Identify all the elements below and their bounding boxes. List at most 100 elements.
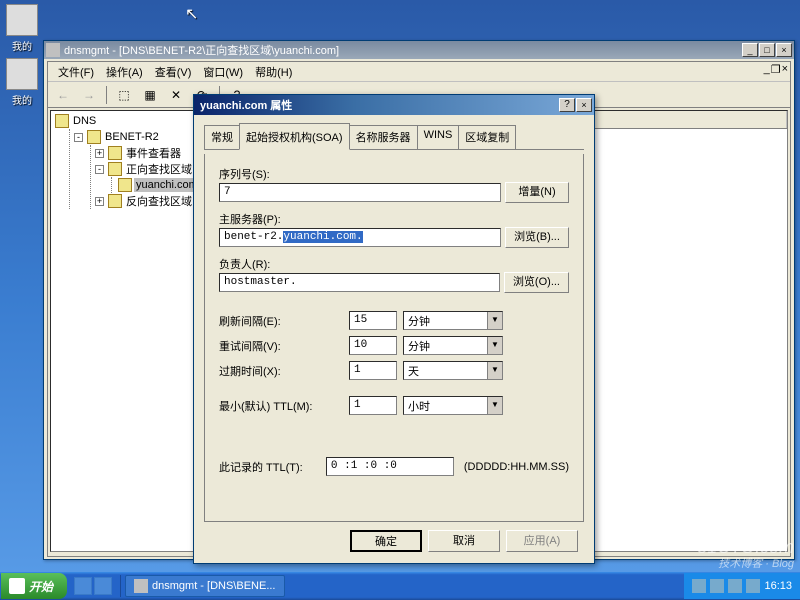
tab-zone-transfer[interactable]: 区域复制 [458, 125, 516, 149]
dns-icon [55, 114, 69, 128]
server-icon [87, 130, 101, 144]
browse-primary-button[interactable]: 浏览(B)... [505, 227, 569, 248]
taskbar: 开始 dnsmgmt - [DNS\BENE... 16:13 [0, 572, 800, 600]
responsible-label: 负责人(R): [219, 256, 569, 272]
start-button[interactable]: 开始 [1, 573, 67, 599]
expand-toggle[interactable]: - [95, 165, 104, 174]
expand-toggle[interactable]: - [74, 133, 83, 142]
dialog-close-button[interactable]: × [576, 98, 592, 112]
folder-icon [108, 146, 122, 160]
recttl-input[interactable]: 0 :1 :0 :0 [326, 457, 454, 476]
tab-panel-soa: 序列号(S): 7 增量(N) 主服务器(P): benet-r2.yuanch… [204, 154, 584, 522]
context-help-button[interactable]: ? [559, 98, 575, 112]
folder-open-icon [108, 162, 122, 176]
tab-soa[interactable]: 起始授权机构(SOA) [239, 123, 350, 150]
minttl-input[interactable]: 1 [349, 396, 397, 415]
minttl-label: 最小(默认) TTL(M): [219, 398, 349, 414]
minttl-unit-combo[interactable]: 小时▼ [403, 396, 503, 415]
clock[interactable]: 16:13 [764, 580, 792, 592]
tree-forward-zones[interactable]: - 正向查找区域 [95, 161, 205, 177]
properties-button[interactable]: ▦ [139, 84, 161, 106]
desktop-icon[interactable]: 我的 [2, 58, 42, 107]
expand-toggle[interactable]: + [95, 197, 104, 206]
tab-wins[interactable]: WINS [417, 125, 460, 149]
quick-launch [74, 577, 112, 595]
mouse-cursor-icon: ↖ [185, 4, 198, 24]
folder-icon [108, 194, 122, 208]
mail-icon [6, 4, 38, 36]
watermark: 51CTO.com 技术博客 · Blog [697, 538, 794, 570]
menu-view[interactable]: 查看(V) [149, 62, 198, 82]
primary-label: 主服务器(P): [219, 211, 569, 227]
taskbar-task-dnsmgmt[interactable]: dnsmgmt - [DNS\BENE... [125, 575, 284, 597]
computer-icon [6, 58, 38, 90]
tray-icon[interactable] [692, 579, 706, 593]
browse-responsible-button[interactable]: 浏览(O)... [504, 272, 569, 293]
ql-ie-icon[interactable] [74, 577, 92, 595]
desktop-icon[interactable]: 我的 [2, 4, 42, 53]
menu-file[interactable]: 文件(F) [52, 62, 100, 82]
app-icon [134, 579, 148, 593]
mdi-titlebar[interactable]: dnsmgmt - [DNS\BENET-R2\正向查找区域\yuanchi.c… [44, 41, 794, 59]
apply-button: 应用(A) [506, 530, 578, 552]
child-minimize-button[interactable]: _ [764, 63, 770, 76]
menu-window[interactable]: 窗口(W) [197, 62, 249, 82]
increment-button[interactable]: 增量(N) [505, 182, 569, 203]
child-close-button[interactable]: × [782, 63, 788, 76]
refresh-label: 刷新间隔(E): [219, 313, 349, 329]
serial-label: 序列号(S): [219, 166, 569, 182]
responsible-input[interactable]: hostmaster. [219, 273, 500, 292]
tray-icon[interactable] [728, 579, 742, 593]
chevron-down-icon[interactable]: ▼ [487, 337, 502, 354]
dialog-title: yuanchi.com 属性 [196, 97, 559, 113]
up-button[interactable]: ⬚ [113, 84, 135, 106]
minimize-button[interactable]: _ [742, 43, 758, 57]
cancel-button[interactable]: 取消 [428, 530, 500, 552]
maximize-button[interactable]: □ [759, 43, 775, 57]
app-icon [46, 43, 60, 57]
menu-help[interactable]: 帮助(H) [249, 62, 298, 82]
retry-unit-combo[interactable]: 分钟▼ [403, 336, 503, 355]
tree-pane[interactable]: DNS - BENET-R2 + 事件查看器 [50, 110, 208, 552]
ql-desktop-icon[interactable] [94, 577, 112, 595]
refresh-input[interactable]: 15 [349, 311, 397, 330]
chevron-down-icon[interactable]: ▼ [487, 397, 502, 414]
child-restore-button[interactable]: ❐ [771, 63, 781, 76]
expire-label: 过期时间(X): [219, 363, 349, 379]
back-button: ← [52, 84, 74, 106]
mdi-title: dnsmgmt - [DNS\BENET-R2\正向查找区域\yuanchi.c… [64, 42, 742, 58]
expire-input[interactable]: 1 [349, 361, 397, 380]
chevron-down-icon[interactable]: ▼ [487, 362, 502, 379]
tree-root[interactable]: DNS [53, 113, 205, 129]
recttl-label: 此记录的 TTL(T): [219, 459, 326, 475]
zone-properties-dialog: yuanchi.com 属性 ? × 常规 起始授权机构(SOA) 名称服务器 … [193, 94, 595, 564]
tab-strip: 常规 起始授权机构(SOA) 名称服务器 WINS 区域复制 [204, 123, 584, 150]
tab-general[interactable]: 常规 [204, 125, 240, 149]
chevron-down-icon[interactable]: ▼ [487, 312, 502, 329]
recttl-hint: (DDDDD:HH.MM.SS) [464, 461, 569, 473]
close-button[interactable]: × [776, 43, 792, 57]
tree-zone-yuanchi[interactable]: yuanchi.com [116, 177, 205, 193]
zone-icon [118, 178, 132, 192]
expire-unit-combo[interactable]: 天▼ [403, 361, 503, 380]
menubar: 文件(F) 操作(A) 查看(V) 窗口(W) 帮助(H) [48, 62, 790, 82]
serial-input[interactable]: 7 [219, 183, 501, 202]
tree-server[interactable]: - BENET-R2 [74, 129, 205, 145]
refresh-unit-combo[interactable]: 分钟▼ [403, 311, 503, 330]
retry-label: 重试间隔(V): [219, 338, 349, 354]
dialog-titlebar[interactable]: yuanchi.com 属性 ? × [194, 95, 594, 115]
ok-button[interactable]: 确定 [350, 530, 422, 552]
windows-icon [9, 578, 25, 594]
tray-icon[interactable] [710, 579, 724, 593]
expand-toggle[interactable]: + [95, 149, 104, 158]
tray-icon[interactable] [746, 579, 760, 593]
menu-action[interactable]: 操作(A) [100, 62, 149, 82]
primary-server-input[interactable]: benet-r2.yuanchi.com. [219, 228, 501, 247]
delete-button[interactable]: ✕ [165, 84, 187, 106]
tree-event-viewer[interactable]: + 事件查看器 [95, 145, 205, 161]
forward-button: → [78, 84, 100, 106]
system-tray[interactable]: 16:13 [684, 573, 800, 599]
tree-reverse-zones[interactable]: + 反向查找区域 [95, 193, 205, 209]
retry-input[interactable]: 10 [349, 336, 397, 355]
tab-ns[interactable]: 名称服务器 [349, 125, 418, 149]
